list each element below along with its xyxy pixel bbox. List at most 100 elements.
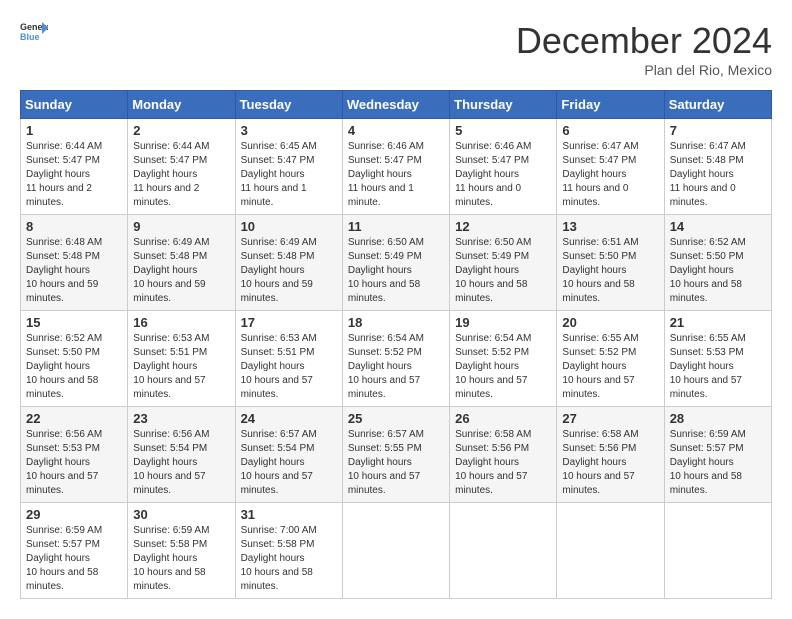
day-number: 23 <box>133 411 229 426</box>
weekday-header-friday: Friday <box>557 91 664 119</box>
calendar-cell: 14 Sunrise: 6:52 AMSunset: 5:50 PMDayligh… <box>664 215 771 311</box>
day-number: 12 <box>455 219 551 234</box>
calendar-cell: 28Sunrise: 6:59 AMSunset: 5:57 PMDayligh… <box>664 407 771 503</box>
calendar-cell: 9 Sunrise: 6:49 AMSunset: 5:48 PMDaylight… <box>128 215 235 311</box>
day-info: Sunrise: 6:44 AMSunset: 5:47 PMDaylight … <box>133 140 229 210</box>
day-info: Sunrise: 6:50 AMSunset: 5:49 PMDaylight … <box>348 236 444 306</box>
calendar-cell: 5 Sunrise: 6:46 AMSunset: 5:47 PMDaylight… <box>450 119 557 215</box>
day-info: Sunrise: 6:52 AMSunset: 5:50 PMDaylight … <box>26 332 122 402</box>
calendar-cell: 24 Sunrise: 6:57 AMSunset: 5:54 PMDayligh… <box>235 407 342 503</box>
calendar-cell: 11 Sunrise: 6:50 AMSunset: 5:49 PMDayligh… <box>342 215 449 311</box>
weekday-header-saturday: Saturday <box>664 91 771 119</box>
calendar-cell: 12 Sunrise: 6:50 AMSunset: 5:49 PMDayligh… <box>450 215 557 311</box>
location: Plan del Rio, Mexico <box>516 62 772 78</box>
calendar-cell: 7 Sunrise: 6:47 AMSunset: 5:48 PMDaylight… <box>664 119 771 215</box>
title-area: December 2024 Plan del Rio, Mexico <box>516 20 772 78</box>
calendar-cell: 30 Sunrise: 6:59 AMSunset: 5:58 PMDayligh… <box>128 503 235 599</box>
calendar-cell: 17Sunrise: 6:53 AMSunset: 5:51 PMDayligh… <box>235 311 342 407</box>
month-title: December 2024 <box>516 20 772 62</box>
day-number: 16 <box>133 315 229 330</box>
day-info: Sunrise: 6:53 AMSunset: 5:51 PMDaylight … <box>241 332 337 402</box>
calendar-cell: 6 Sunrise: 6:47 AMSunset: 5:47 PMDaylight… <box>557 119 664 215</box>
day-info: Sunrise: 6:49 AMSunset: 5:48 PMDaylight … <box>133 236 229 306</box>
day-info: Sunrise: 6:59 AMSunset: 5:57 PMDaylight … <box>670 428 766 498</box>
day-info: Sunrise: 6:56 AMSunset: 5:54 PMDaylight … <box>133 428 229 498</box>
day-number: 18 <box>348 315 444 330</box>
calendar-cell: 4 Sunrise: 6:46 AMSunset: 5:47 PMDaylight… <box>342 119 449 215</box>
day-info: Sunrise: 6:55 AMSunset: 5:53 PMDaylight … <box>670 332 766 402</box>
day-number: 31 <box>241 507 337 522</box>
page-header: General Blue December 2024 Plan del Rio,… <box>20 20 772 78</box>
calendar-cell: 8 Sunrise: 6:48 AMSunset: 5:48 PMDaylight… <box>21 215 128 311</box>
day-info: Sunrise: 6:56 AMSunset: 5:53 PMDaylight … <box>26 428 122 498</box>
day-info: Sunrise: 6:59 AMSunset: 5:58 PMDaylight … <box>133 524 229 594</box>
day-number: 29 <box>26 507 122 522</box>
day-number: 24 <box>241 411 337 426</box>
day-info: Sunrise: 7:00 AMSunset: 5:58 PMDaylight … <box>241 524 337 594</box>
day-number: 7 <box>670 123 766 138</box>
day-number: 13 <box>562 219 658 234</box>
calendar-cell <box>342 503 449 599</box>
calendar-cell: 23 Sunrise: 6:56 AMSunset: 5:54 PMDayligh… <box>128 407 235 503</box>
calendar-cell: 18 Sunrise: 6:54 AMSunset: 5:52 PMDayligh… <box>342 311 449 407</box>
calendar-cell: 2 Sunrise: 6:44 AMSunset: 5:47 PMDaylight… <box>128 119 235 215</box>
weekday-header-monday: Monday <box>128 91 235 119</box>
weekday-header-wednesday: Wednesday <box>342 91 449 119</box>
calendar-cell: 1 Sunrise: 6:44 AMSunset: 5:47 PMDaylight… <box>21 119 128 215</box>
day-info: Sunrise: 6:50 AMSunset: 5:49 PMDaylight … <box>455 236 551 306</box>
day-info: Sunrise: 6:54 AMSunset: 5:52 PMDaylight … <box>348 332 444 402</box>
day-info: Sunrise: 6:49 AMSunset: 5:48 PMDaylight … <box>241 236 337 306</box>
day-number: 1 <box>26 123 122 138</box>
weekday-header-thursday: Thursday <box>450 91 557 119</box>
day-number: 4 <box>348 123 444 138</box>
calendar-cell: 19 Sunrise: 6:54 AMSunset: 5:52 PMDayligh… <box>450 311 557 407</box>
day-number: 19 <box>455 315 551 330</box>
day-info: Sunrise: 6:59 AMSunset: 5:57 PMDaylight … <box>26 524 122 594</box>
day-number: 22 <box>26 411 122 426</box>
day-info: Sunrise: 6:51 AMSunset: 5:50 PMDaylight … <box>562 236 658 306</box>
day-info: Sunrise: 6:48 AMSunset: 5:48 PMDaylight … <box>26 236 122 306</box>
day-number: 11 <box>348 219 444 234</box>
calendar-cell: 22 Sunrise: 6:56 AMSunset: 5:53 PMDayligh… <box>21 407 128 503</box>
day-number: 15 <box>26 315 122 330</box>
calendar-cell: 27 Sunrise: 6:58 AMSunset: 5:56 PMDayligh… <box>557 407 664 503</box>
day-info: Sunrise: 6:47 AMSunset: 5:47 PMDaylight … <box>562 140 658 210</box>
day-info: Sunrise: 6:44 AMSunset: 5:47 PMDaylight … <box>26 140 122 210</box>
day-number: 14 <box>670 219 766 234</box>
calendar-cell: 26 Sunrise: 6:58 AMSunset: 5:56 PMDayligh… <box>450 407 557 503</box>
day-info: Sunrise: 6:53 AMSunset: 5:51 PMDaylight … <box>133 332 229 402</box>
weekday-header-sunday: Sunday <box>21 91 128 119</box>
day-info: Sunrise: 6:57 AMSunset: 5:54 PMDaylight … <box>241 428 337 498</box>
calendar-cell: 15 Sunrise: 6:52 AMSunset: 5:50 PMDayligh… <box>21 311 128 407</box>
day-info: Sunrise: 6:55 AMSunset: 5:52 PMDaylight … <box>562 332 658 402</box>
day-number: 8 <box>26 219 122 234</box>
day-number: 5 <box>455 123 551 138</box>
day-number: 27 <box>562 411 658 426</box>
calendar-cell: 3 Sunrise: 6:45 AMSunset: 5:47 PMDaylight… <box>235 119 342 215</box>
day-info: Sunrise: 6:54 AMSunset: 5:52 PMDaylight … <box>455 332 551 402</box>
day-number: 25 <box>348 411 444 426</box>
day-number: 20 <box>562 315 658 330</box>
day-info: Sunrise: 6:52 AMSunset: 5:50 PMDaylight … <box>670 236 766 306</box>
day-number: 6 <box>562 123 658 138</box>
day-info: Sunrise: 6:58 AMSunset: 5:56 PMDaylight … <box>455 428 551 498</box>
day-number: 26 <box>455 411 551 426</box>
weekday-header-tuesday: Tuesday <box>235 91 342 119</box>
calendar-cell: 21Sunrise: 6:55 AMSunset: 5:53 PMDayligh… <box>664 311 771 407</box>
day-number: 3 <box>241 123 337 138</box>
logo: General Blue <box>20 20 48 42</box>
calendar-cell <box>557 503 664 599</box>
day-info: Sunrise: 6:45 AMSunset: 5:47 PMDaylight … <box>241 140 337 210</box>
day-info: Sunrise: 6:58 AMSunset: 5:56 PMDaylight … <box>562 428 658 498</box>
calendar-cell <box>450 503 557 599</box>
day-info: Sunrise: 6:46 AMSunset: 5:47 PMDaylight … <box>348 140 444 210</box>
calendar-cell <box>664 503 771 599</box>
day-info: Sunrise: 6:57 AMSunset: 5:55 PMDaylight … <box>348 428 444 498</box>
day-info: Sunrise: 6:46 AMSunset: 5:47 PMDaylight … <box>455 140 551 210</box>
calendar-cell: 25 Sunrise: 6:57 AMSunset: 5:55 PMDayligh… <box>342 407 449 503</box>
day-number: 2 <box>133 123 229 138</box>
day-number: 9 <box>133 219 229 234</box>
day-number: 30 <box>133 507 229 522</box>
day-info: Sunrise: 6:47 AMSunset: 5:48 PMDaylight … <box>670 140 766 210</box>
svg-text:Blue: Blue <box>20 32 40 42</box>
